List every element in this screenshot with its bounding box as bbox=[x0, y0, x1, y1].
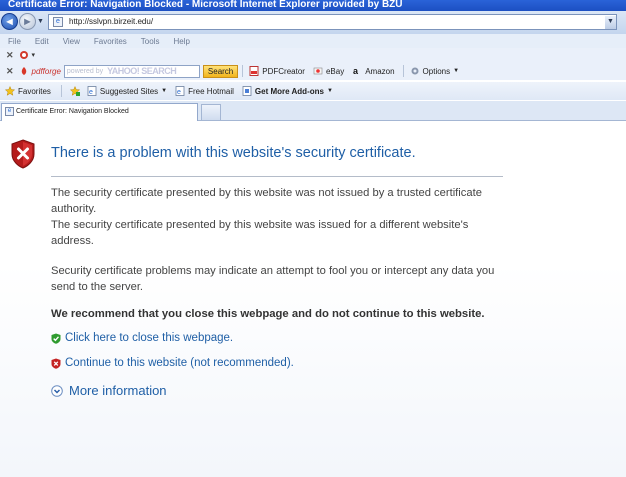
close-webpage-link[interactable]: Click here to close this webpage. bbox=[51, 332, 233, 344]
ebay-button[interactable]: eBay bbox=[313, 66, 344, 76]
continue-website-link[interactable]: Continue to this website (not recommende… bbox=[51, 357, 294, 369]
amazon-icon: a bbox=[353, 66, 359, 76]
tab-certificate-error[interactable]: e Certificate Error: Navigation Blocked bbox=[1, 103, 198, 121]
pdfforge-toolbar: ✕ pdfforge powered by YAHOO! SEARCH Sear… bbox=[0, 62, 626, 80]
tab-label: Certificate Error: Navigation Blocked bbox=[16, 108, 129, 115]
toolbar-addon-dropdown-icon[interactable]: ▾ bbox=[32, 51, 36, 59]
amazon-label: Amazon bbox=[365, 66, 395, 76]
ebay-label: eBay bbox=[325, 66, 345, 76]
extra-toolbar: ✕ ▾ bbox=[0, 48, 626, 62]
warning-text: Security certificate problems may indica… bbox=[51, 265, 495, 293]
yahoo-powered-by: powered by bbox=[66, 67, 104, 75]
suggested-sites-dropdown-icon: ▼ bbox=[161, 88, 168, 94]
get-more-addons-label: Get More Add-ons bbox=[254, 86, 324, 96]
favorites-bar: Favorites e Suggested Sites ▼ e Free Hot… bbox=[0, 82, 626, 100]
menu-file[interactable]: File bbox=[8, 37, 21, 46]
address-toolbar: ◄ ► ▼ e http://sslvpn.birzeit.edu/ ▼ bbox=[0, 11, 626, 34]
amazon-button[interactable]: a Amazon bbox=[352, 66, 394, 76]
close-webpage-label: Click here to close this webpage. bbox=[65, 332, 234, 344]
suggested-sites-label: Suggested Sites bbox=[99, 86, 159, 96]
menu-help[interactable]: Help bbox=[173, 37, 189, 46]
heading-divider bbox=[51, 176, 503, 177]
yahoo-search-button[interactable]: Search bbox=[202, 64, 239, 78]
toolbar-addon-icon[interactable] bbox=[19, 50, 29, 60]
certificate-reasons: The security certificate presented by th… bbox=[51, 185, 511, 249]
gear-icon bbox=[411, 67, 419, 75]
svg-text:e: e bbox=[177, 89, 181, 96]
close-toolbar-icon[interactable]: ✕ bbox=[6, 50, 14, 61]
ebay-icon bbox=[313, 67, 323, 75]
forward-button[interactable]: ► bbox=[19, 13, 36, 30]
window-title: Certificate Error: Navigation Blocked - … bbox=[8, 0, 403, 10]
continue-website-label: Continue to this website (not recommende… bbox=[65, 357, 294, 369]
reason-untrusted: The security certificate presented by th… bbox=[51, 187, 482, 215]
suggested-sites-button[interactable]: e Suggested Sites ▼ bbox=[87, 86, 167, 96]
page-title: There is a problem with this website's s… bbox=[51, 145, 416, 161]
ie-page-icon: e bbox=[5, 107, 14, 116]
reason-mismatch: The security certificate presented by th… bbox=[51, 219, 469, 247]
pdf-icon bbox=[249, 66, 259, 76]
options-dropdown-icon: ▼ bbox=[453, 68, 460, 74]
free-hotmail-label: Free Hotmail bbox=[188, 86, 234, 96]
more-information-toggle[interactable]: More information bbox=[51, 383, 167, 398]
yahoo-search-brand: YAHOO! SEARCH bbox=[107, 66, 177, 76]
free-hotmail-button[interactable]: e Free Hotmail bbox=[175, 86, 234, 96]
red-shield-x-icon bbox=[51, 358, 61, 369]
address-url: http://sslvpn.birzeit.edu/ bbox=[69, 17, 154, 26]
menu-bar: File Edit View Favorites Tools Help bbox=[0, 34, 626, 48]
ie-page-icon: e bbox=[87, 86, 97, 96]
options-label: Options bbox=[422, 66, 451, 76]
menu-tools[interactable]: Tools bbox=[141, 37, 160, 46]
toolbar-separator bbox=[60, 85, 62, 97]
security-shield-icon bbox=[11, 139, 35, 169]
favorites-label: Favorites bbox=[18, 86, 51, 96]
page-icon: e bbox=[53, 17, 63, 27]
pdfcreator-label: PDFCreator bbox=[262, 66, 305, 76]
pdfforge-brand: pdfforge bbox=[31, 66, 61, 76]
menu-favorites[interactable]: Favorites bbox=[94, 37, 127, 46]
window-title-bar: Certificate Error: Navigation Blocked - … bbox=[0, 0, 626, 11]
svg-text:a: a bbox=[353, 66, 359, 76]
svg-text:e: e bbox=[89, 89, 93, 96]
close-pdfforge-toolbar-icon[interactable]: ✕ bbox=[6, 66, 14, 77]
green-shield-check-icon bbox=[51, 333, 61, 344]
more-information-label: More information bbox=[69, 383, 167, 398]
recommendation-text: We recommend that you close this webpage… bbox=[51, 308, 485, 320]
ie-page-icon: e bbox=[175, 86, 185, 96]
get-more-addons-button[interactable]: Get More Add-ons ▼ bbox=[242, 86, 333, 96]
new-tab-button[interactable] bbox=[201, 104, 221, 120]
pdfcreator-button[interactable]: PDFCreator bbox=[249, 66, 305, 76]
toolbar-separator bbox=[402, 65, 404, 77]
address-input[interactable]: e http://sslvpn.birzeit.edu/ ▼ bbox=[48, 14, 617, 30]
tab-row: e Certificate Error: Navigation Blocked bbox=[0, 101, 626, 121]
address-dropdown-button[interactable]: ▼ bbox=[605, 16, 616, 29]
recent-pages-dropdown[interactable]: ▼ bbox=[37, 18, 44, 25]
chevron-down-icon bbox=[51, 384, 63, 397]
favorites-button[interactable]: Favorites bbox=[5, 86, 51, 96]
pdfforge-logo-icon bbox=[21, 67, 26, 75]
star-icon bbox=[5, 86, 15, 96]
yahoo-search-input[interactable]: powered by YAHOO! SEARCH bbox=[63, 64, 200, 78]
page-content: There is a problem with this website's s… bbox=[0, 122, 626, 477]
options-button[interactable]: Options ▼ bbox=[410, 66, 460, 76]
add-favorite-icon[interactable] bbox=[69, 86, 80, 96]
toolbar-separator bbox=[242, 65, 244, 77]
menu-view[interactable]: View bbox=[63, 37, 80, 46]
back-button[interactable]: ◄ bbox=[1, 13, 18, 30]
addons-icon bbox=[242, 86, 252, 96]
menu-edit[interactable]: Edit bbox=[35, 37, 49, 46]
addons-dropdown-icon: ▼ bbox=[326, 88, 333, 94]
